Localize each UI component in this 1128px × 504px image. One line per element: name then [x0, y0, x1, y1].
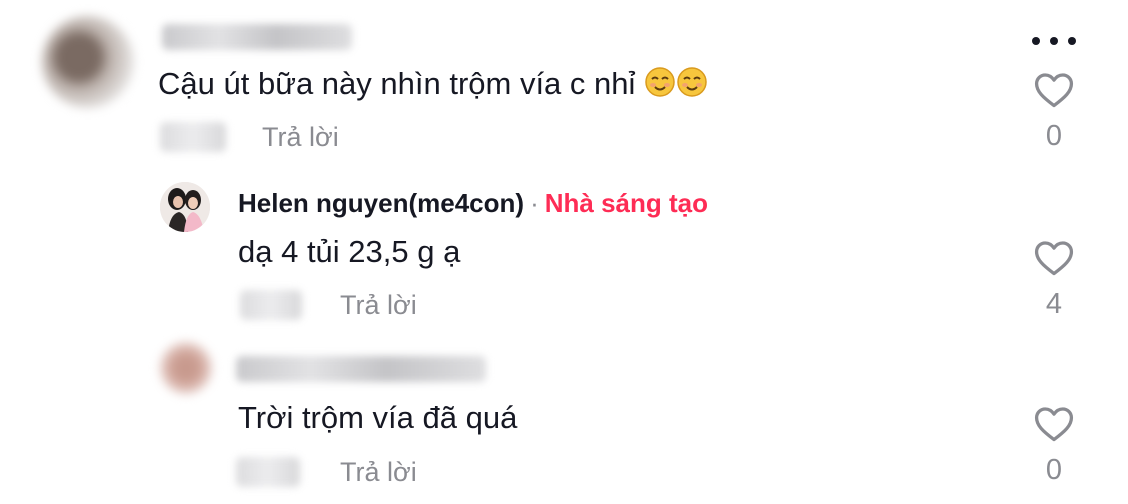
- avatar[interactable]: [160, 182, 210, 232]
- username-blurred[interactable]: [236, 356, 486, 382]
- like-count: 4: [1045, 288, 1063, 320]
- avatar[interactable]: [42, 16, 134, 108]
- username-text[interactable]: Helen nguyen(me4con): [238, 188, 524, 218]
- avatar[interactable]: [160, 342, 212, 394]
- smiling-face-emoji: [644, 66, 676, 106]
- more-options-icon[interactable]: [1032, 34, 1076, 48]
- reply-button[interactable]: Trả lời: [340, 457, 417, 488]
- like-count: 0: [1045, 120, 1063, 152]
- reply-button[interactable]: Trả lời: [262, 122, 339, 153]
- like-count: 0: [1045, 454, 1063, 486]
- comment-date-blurred: [160, 122, 226, 152]
- smiling-face-emoji: [676, 66, 708, 106]
- comment-text-content: Cậu út bữa này nhìn trộm vía c nhỉ: [158, 66, 636, 101]
- heart-icon[interactable]: [1032, 236, 1076, 280]
- more-dot: [1050, 37, 1058, 45]
- more-dot: [1068, 37, 1076, 45]
- comment-date-blurred: [236, 457, 300, 487]
- comment-date-blurred: [240, 290, 302, 320]
- comment-text: Trời trộm vía đã quá: [238, 400, 518, 435]
- reply-button[interactable]: Trả lời: [340, 290, 417, 321]
- heart-icon[interactable]: [1032, 402, 1076, 446]
- heart-icon[interactable]: [1032, 68, 1076, 112]
- comment-text: dạ 4 tủi 23,5 g ạ: [238, 234, 461, 269]
- username-blurred[interactable]: [162, 24, 352, 50]
- more-dot: [1032, 37, 1040, 45]
- username[interactable]: Helen nguyen(me4con) · Nhà sáng tạo: [238, 188, 708, 219]
- comment-text: Cậu út bữa này nhìn trộm vía c nhỉ: [158, 66, 708, 106]
- creator-badge: Nhà sáng tạo: [544, 188, 708, 218]
- separator: ·: [530, 188, 539, 218]
